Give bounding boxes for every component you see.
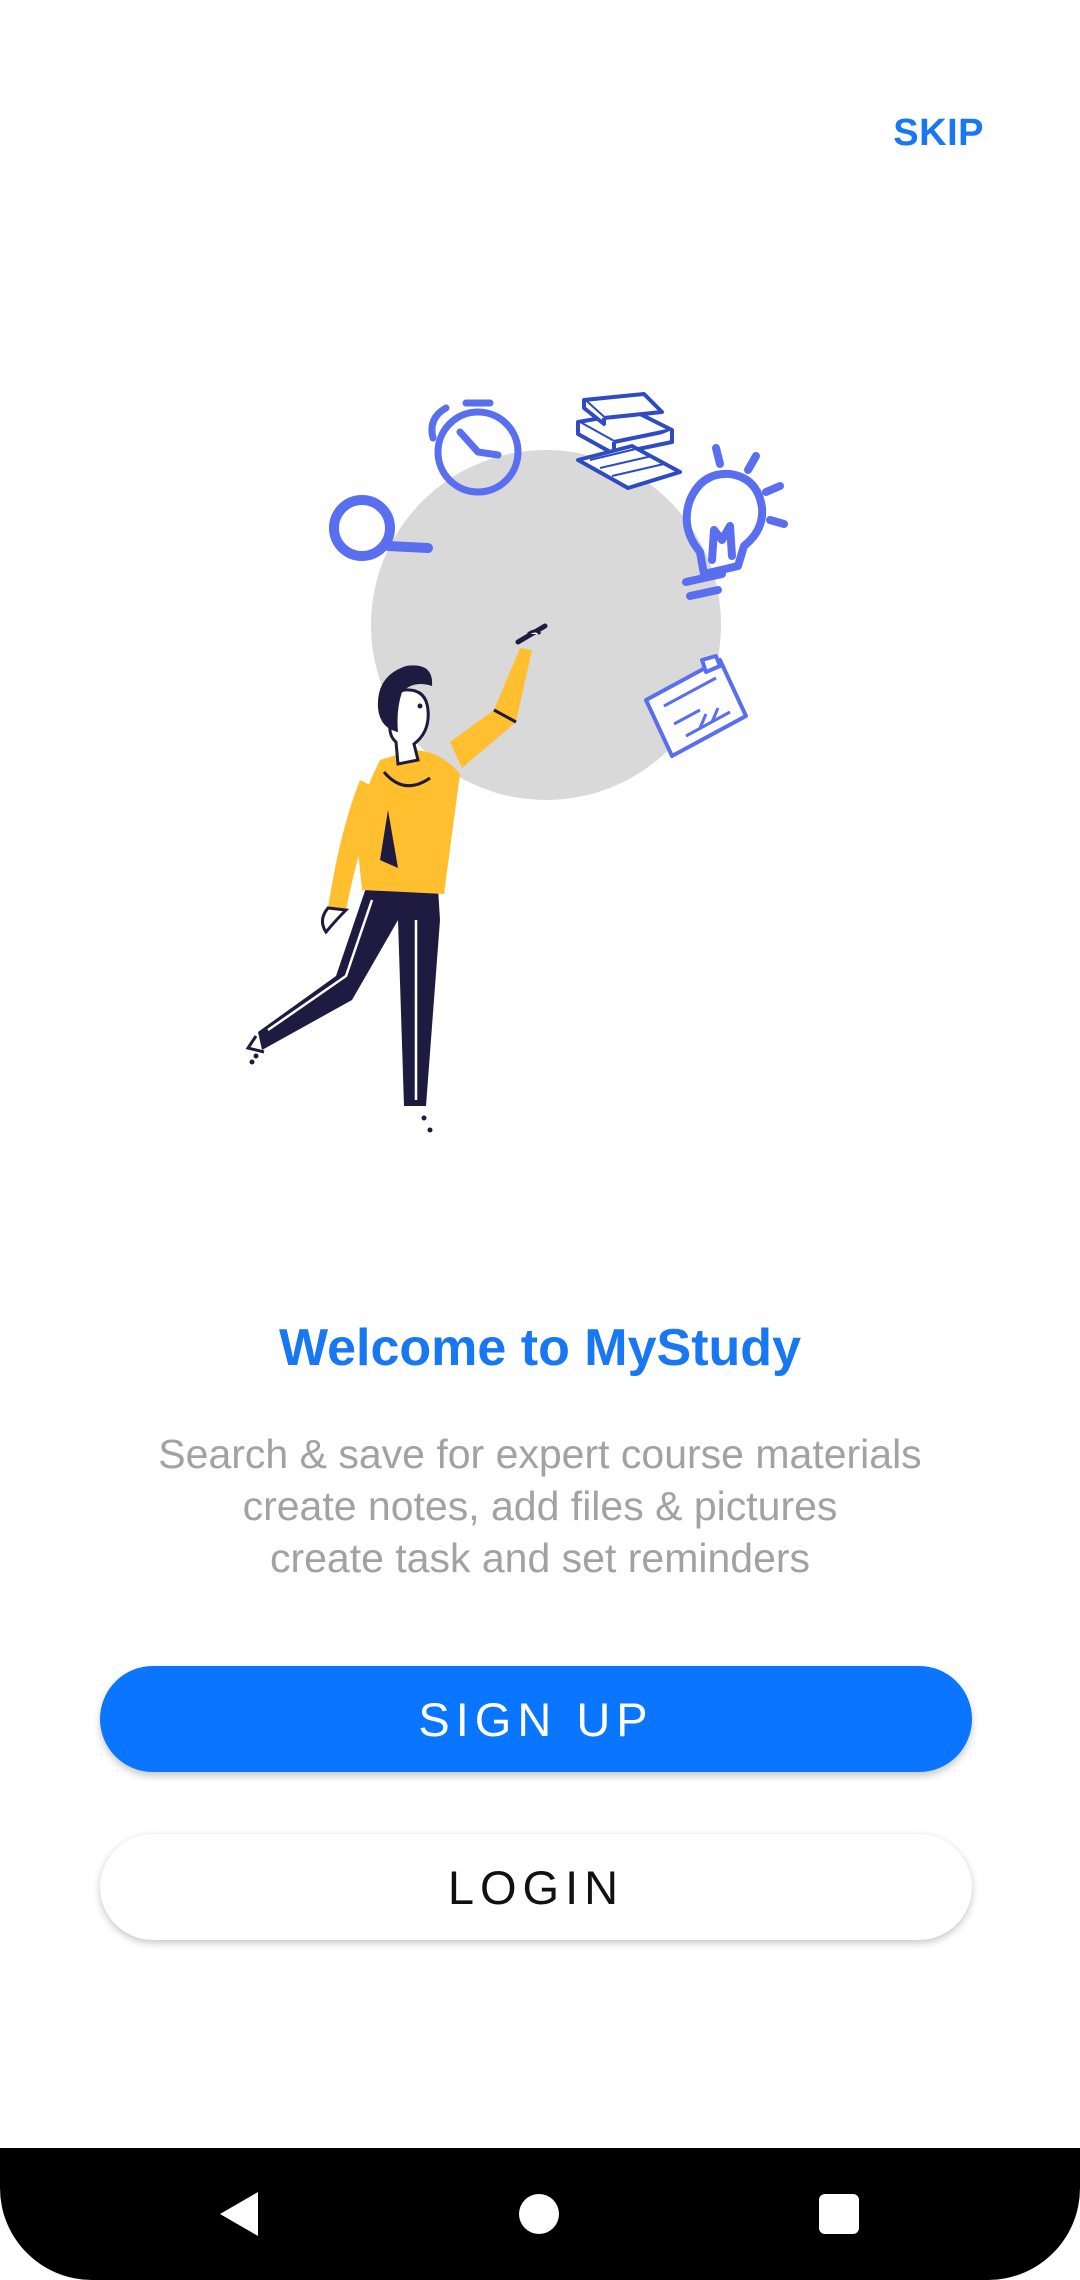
subtitle-line: create notes, add files & pictures [242,1483,838,1529]
back-icon [220,2192,258,2236]
subtitle-line: Search & save for expert course material… [158,1431,922,1477]
nav-home-button[interactable] [506,2181,572,2247]
nav-recents-button[interactable] [806,2181,872,2247]
skip-button[interactable]: SKIP [893,112,984,155]
onboarding-illustration [0,360,1080,1160]
lightbulb-icon [682,444,788,600]
subtitle-line: create task and set reminders [269,1535,811,1581]
signup-button[interactable]: SIGN UP [100,1666,972,1772]
login-button[interactable]: LOGIN [100,1834,972,1940]
recents-icon [819,2194,859,2234]
person-figure [245,623,548,1133]
welcome-subtitle: Search & save for expert course material… [0,1428,1080,1584]
welcome-title: Welcome to MyStudy [278,1319,801,1377]
home-icon [519,2194,559,2234]
system-navigation-bar [0,2148,1080,2280]
nav-back-button[interactable] [206,2181,272,2247]
